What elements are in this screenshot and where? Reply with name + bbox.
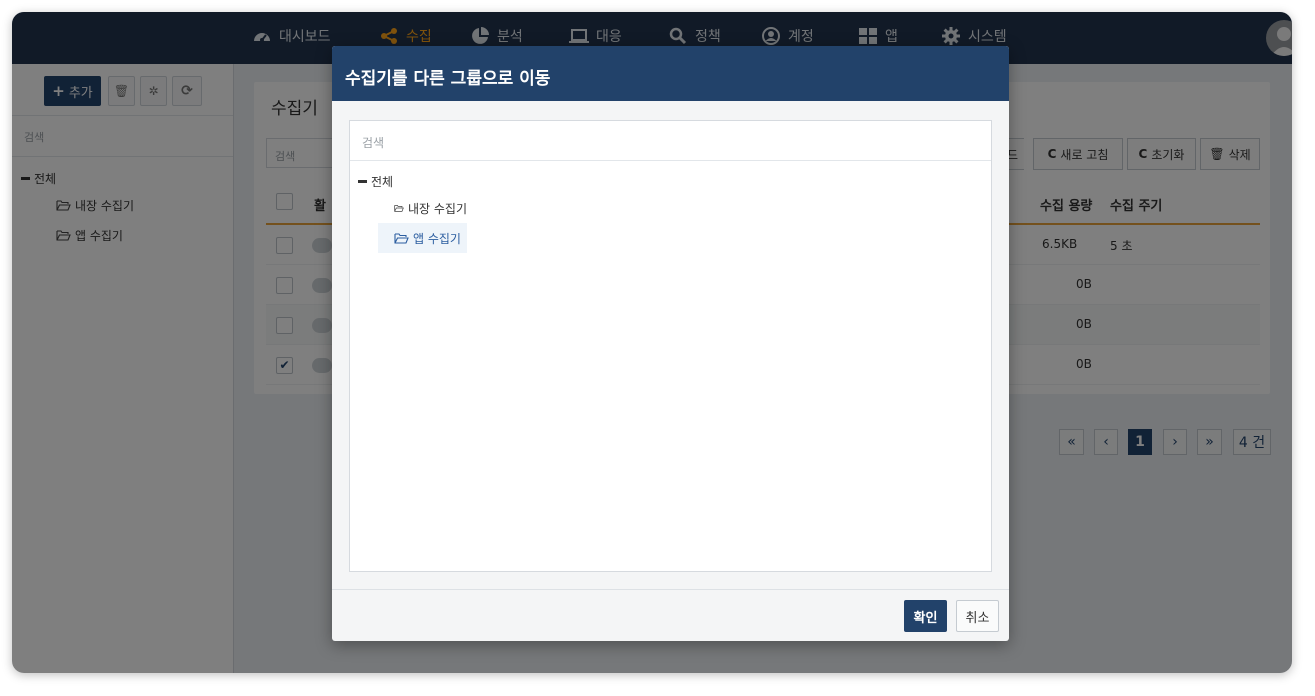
cancel-button[interactable]: 취소	[956, 600, 999, 632]
confirm-button[interactable]: 확인	[904, 600, 947, 632]
move-group-dialog: 수집기를 다른 그룹으로 이동 검색 전체 내장 수집기 앱 수집기 확인 취소	[332, 46, 1009, 641]
tree-item-all[interactable]: 전체	[350, 169, 991, 193]
dialog-body: 검색 전체 내장 수집기 앱 수집기	[349, 120, 992, 572]
tree-item-app-selected[interactable]: 앱 수집기	[378, 223, 467, 253]
dialog-footer: 확인 취소	[332, 589, 1009, 641]
dialog-search-input[interactable]: 검색	[350, 121, 991, 161]
tree-item-builtin[interactable]: 내장 수집기	[378, 193, 467, 223]
collapse-icon	[358, 179, 367, 183]
folder-open-icon	[394, 233, 409, 244]
tree-item-label: 앱 수집기	[413, 231, 461, 246]
tree-item-label: 전체	[371, 174, 394, 189]
dialog-title: 수집기를 다른 그룹으로 이동	[332, 46, 1009, 101]
dialog-group-tree: 전체 내장 수집기 앱 수집기	[350, 161, 991, 253]
tree-item-label: 내장 수집기	[407, 201, 467, 216]
folder-open-icon	[394, 204, 404, 212]
app-window: 대시보드 수집 분석 대응 정책 계정 앱 시스템	[12, 12, 1292, 673]
